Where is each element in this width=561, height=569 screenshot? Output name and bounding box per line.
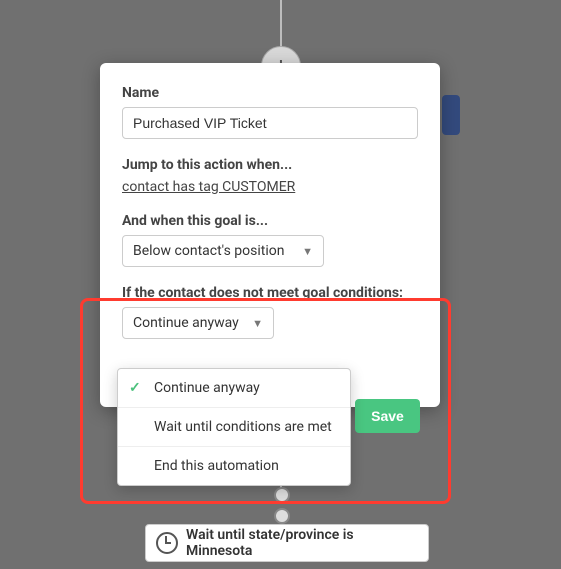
goal-position-select[interactable]: Below contact's position ▼ bbox=[122, 235, 324, 267]
option-continue-anyway[interactable]: ✓ Continue anyway bbox=[118, 369, 350, 408]
goal-position-label: And when this goal is... bbox=[122, 213, 418, 229]
jump-section: Jump to this action when... contact has … bbox=[122, 157, 418, 195]
connector-dot bbox=[274, 487, 290, 503]
option-end-automation[interactable]: End this automation bbox=[118, 447, 350, 485]
save-button[interactable]: Save bbox=[355, 399, 420, 433]
goal-position-value: Below contact's position bbox=[133, 243, 284, 259]
option-label: Continue anyway bbox=[154, 380, 260, 396]
wait-step-label: Wait until state/province is Minnesota bbox=[186, 527, 418, 559]
fallback-section: If the contact does not meet goal condit… bbox=[122, 285, 418, 339]
chevron-down-icon: ▼ bbox=[252, 317, 263, 330]
connector-dot bbox=[274, 508, 290, 524]
goal-position-section: And when this goal is... Below contact's… bbox=[122, 213, 418, 267]
goal-settings-modal: Name Jump to this action when... contact… bbox=[100, 63, 440, 407]
fallback-label: If the contact does not meet goal condit… bbox=[122, 285, 418, 301]
option-wait-until-met[interactable]: Wait until conditions are met bbox=[118, 408, 350, 447]
chevron-down-icon: ▼ bbox=[302, 245, 313, 258]
check-icon: ✓ bbox=[129, 380, 141, 396]
app-canvas: + Wait until state/province is Minnesota… bbox=[0, 0, 561, 569]
clock-icon bbox=[156, 532, 178, 554]
name-input[interactable] bbox=[122, 107, 418, 139]
fallback-options-dropdown: ✓ Continue anyway Wait until conditions … bbox=[117, 368, 351, 486]
fallback-select-value: Continue anyway bbox=[133, 315, 239, 331]
background-action-card bbox=[442, 95, 460, 135]
fallback-select[interactable]: Continue anyway ▼ bbox=[122, 307, 274, 339]
option-label: End this automation bbox=[154, 458, 279, 474]
jump-condition-link[interactable]: contact has tag CUSTOMER bbox=[122, 179, 418, 195]
name-section: Name bbox=[122, 85, 418, 139]
name-label: Name bbox=[122, 85, 418, 101]
jump-label: Jump to this action when... bbox=[122, 157, 418, 173]
option-label: Wait until conditions are met bbox=[154, 419, 332, 435]
wait-step-card[interactable]: Wait until state/province is Minnesota bbox=[145, 524, 429, 562]
